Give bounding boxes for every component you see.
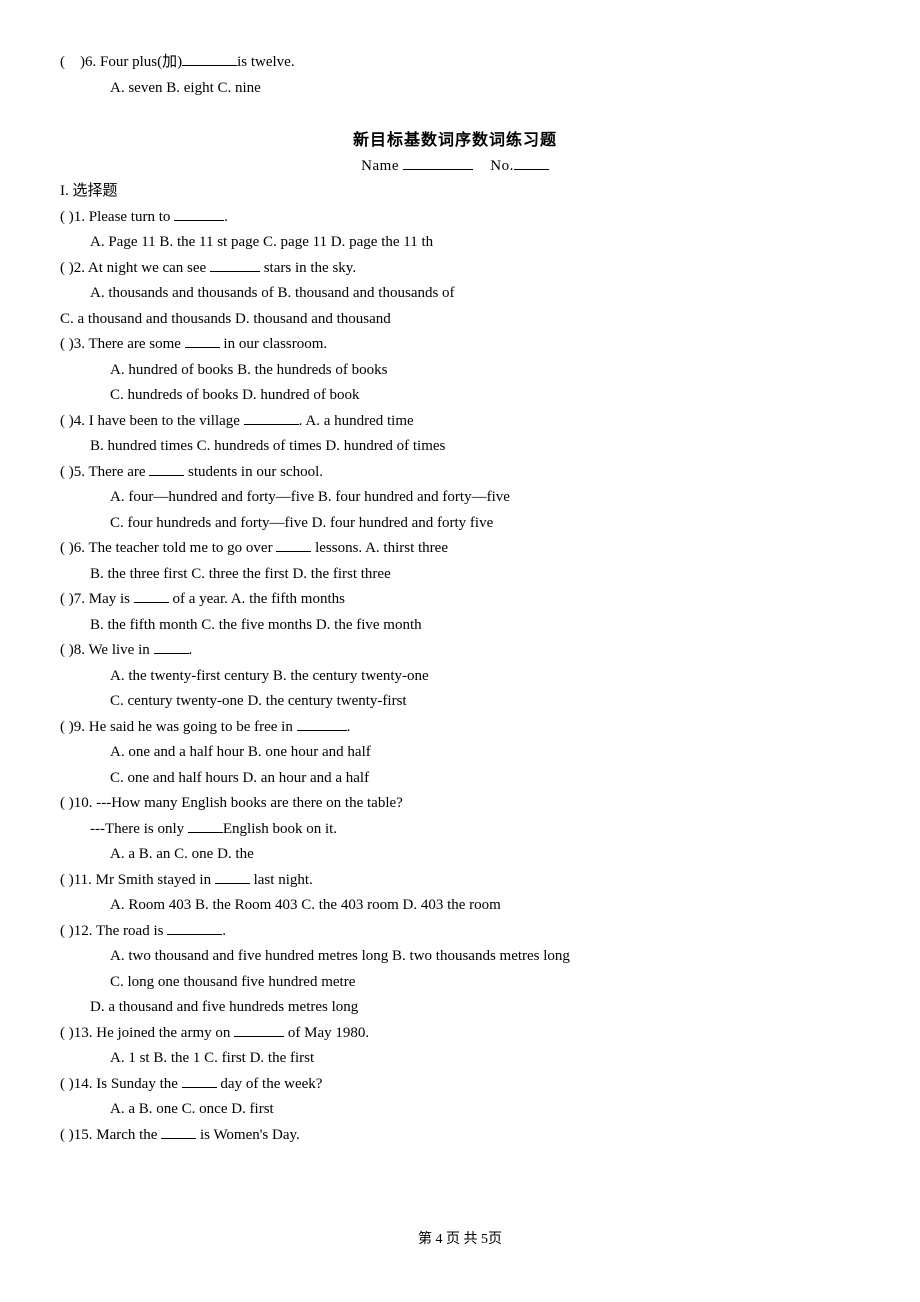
q5: ( )5. There are students in our school. bbox=[60, 460, 850, 486]
blank[interactable] bbox=[210, 256, 260, 272]
q3-stem: ( )3. There are some bbox=[60, 336, 185, 352]
q3-opts2: C. hundreds of books D. hundred of book bbox=[60, 383, 850, 409]
page-title: 新目标基数词序数词练习题 bbox=[60, 127, 850, 154]
q8-opts2: C. century twenty-one D. the century twe… bbox=[60, 689, 850, 715]
q14-stem: ( )14. Is Sunday the bbox=[60, 1076, 182, 1092]
q2-stem: ( )2. At night we can see bbox=[60, 260, 210, 276]
blank[interactable] bbox=[185, 332, 220, 348]
blank[interactable] bbox=[276, 536, 311, 552]
q2: ( )2. At night we can see stars in the s… bbox=[60, 256, 850, 282]
q1-tail: . bbox=[224, 209, 228, 225]
blank[interactable] bbox=[234, 1021, 284, 1037]
q12-stem: ( )12. The road is bbox=[60, 923, 167, 939]
q4: ( )4. I have been to the village . A. a … bbox=[60, 409, 850, 435]
q11-opts: A. Room 403 B. the Room 403 C. the 403 r… bbox=[60, 893, 850, 919]
q11: ( )11. Mr Smith stayed in last night. bbox=[60, 868, 850, 894]
q7-stem: ( )7. May is bbox=[60, 591, 134, 607]
q14: ( )14. Is Sunday the day of the week? bbox=[60, 1072, 850, 1098]
q10-stem: ( )10. ---How many English books are the… bbox=[60, 791, 850, 817]
q11-stem: ( )11. Mr Smith stayed in bbox=[60, 872, 215, 888]
q6-stem: ( )6. The teacher told me to go over bbox=[60, 540, 276, 556]
no-label: No. bbox=[490, 158, 514, 174]
blank[interactable] bbox=[134, 587, 169, 603]
q-top-tail: is twelve. bbox=[237, 54, 295, 70]
blank[interactable] bbox=[154, 638, 189, 654]
name-line: Name No. bbox=[60, 154, 850, 180]
q12-tail: . bbox=[222, 923, 226, 939]
blank[interactable] bbox=[297, 715, 347, 731]
q1-stem: ( )1. Please turn to bbox=[60, 209, 174, 225]
q5-opts1: A. four—hundred and forty—five B. four h… bbox=[60, 485, 850, 511]
q15-tail: is Women's Day. bbox=[196, 1127, 300, 1143]
top-question: ( )6. Four plus(加) is twelve. bbox=[60, 50, 850, 76]
blank[interactable] bbox=[244, 409, 299, 425]
q10-l2b: English book on it. bbox=[223, 821, 337, 837]
blank[interactable] bbox=[215, 868, 250, 884]
q14-opts: A. a B. one C. once D. first bbox=[60, 1097, 850, 1123]
blank[interactable] bbox=[182, 50, 237, 66]
blank[interactable] bbox=[161, 1123, 196, 1139]
q12-opts1: A. two thousand and five hundred metres … bbox=[60, 944, 850, 970]
q1-opts: A. Page 11 B. the 11 st page C. page 11 … bbox=[60, 230, 850, 256]
q-top-stem-b: )6. Four plus(加) bbox=[80, 54, 182, 70]
q8-tail: . bbox=[189, 642, 193, 658]
q13-stem: ( )13. He joined the army on bbox=[60, 1025, 234, 1041]
q8-opts1: A. the twenty-first century B. the centu… bbox=[60, 664, 850, 690]
q3: ( )3. There are some in our classroom. bbox=[60, 332, 850, 358]
q5-tail: students in our school. bbox=[184, 464, 323, 480]
q6-tail: lessons. A. thirst three bbox=[311, 540, 448, 556]
q12-opts2: C. long one thousand five hundred metre bbox=[60, 970, 850, 996]
q2-opts1: A. thousands and thousands of B. thousan… bbox=[60, 281, 850, 307]
blank[interactable] bbox=[149, 460, 184, 476]
q9-opts2: C. one and half hours D. an hour and a h… bbox=[60, 766, 850, 792]
q4-tail: . A. a hundred time bbox=[299, 413, 414, 429]
q12: ( )12. The road is . bbox=[60, 919, 850, 945]
q6: ( )6. The teacher told me to go over les… bbox=[60, 536, 850, 562]
blank[interactable] bbox=[182, 1072, 217, 1088]
q13-opts: A. 1 st B. the 1 C. first D. the first bbox=[60, 1046, 850, 1072]
q2-tail: stars in the sky. bbox=[260, 260, 356, 276]
q15-stem: ( )15. March the bbox=[60, 1127, 161, 1143]
no-blank[interactable] bbox=[514, 154, 549, 170]
q9-tail: . bbox=[347, 719, 351, 735]
q7-opts: B. the fifth month C. the five months D.… bbox=[60, 613, 850, 639]
q2-opts2: C. a thousand and thousands D. thousand … bbox=[60, 307, 850, 333]
name-label: Name bbox=[361, 158, 399, 174]
q13: ( )13. He joined the army on of May 1980… bbox=[60, 1021, 850, 1047]
q8: ( )8. We live in . bbox=[60, 638, 850, 664]
q13-tail: of May 1980. bbox=[284, 1025, 369, 1041]
q-top-stem-a: ( bbox=[60, 54, 65, 70]
blank[interactable] bbox=[167, 919, 222, 935]
blank[interactable] bbox=[188, 817, 223, 833]
worksheet-page: ( )6. Four plus(加) is twelve. A. seven B.… bbox=[0, 0, 920, 1302]
q9-stem: ( )9. He said he was going to be free in bbox=[60, 719, 297, 735]
q14-tail: day of the week? bbox=[217, 1076, 323, 1092]
q15: ( )15. March the is Women's Day. bbox=[60, 1123, 850, 1149]
q7-tail: of a year. A. the fifth months bbox=[169, 591, 345, 607]
q10-l2a: ---There is only bbox=[90, 821, 188, 837]
q9: ( )9. He said he was going to be free in… bbox=[60, 715, 850, 741]
page-footer: 第 4 页 共 5页 bbox=[0, 1228, 920, 1252]
q11-tail: last night. bbox=[250, 872, 313, 888]
q5-stem: ( )5. There are bbox=[60, 464, 149, 480]
q7: ( )7. May is of a year. A. the fifth mon… bbox=[60, 587, 850, 613]
section-heading: I. 选择题 bbox=[60, 179, 850, 205]
name-blank[interactable] bbox=[403, 154, 473, 170]
q3-tail: in our classroom. bbox=[220, 336, 327, 352]
q10-line2: ---There is only English book on it. bbox=[60, 817, 850, 843]
q10-opts: A. a B. an C. one D. the bbox=[60, 842, 850, 868]
blank[interactable] bbox=[174, 205, 224, 221]
q5-opts2: C. four hundreds and forty—five D. four … bbox=[60, 511, 850, 537]
q3-opts1: A. hundred of books B. the hundreds of b… bbox=[60, 358, 850, 384]
q1: ( )1. Please turn to . bbox=[60, 205, 850, 231]
q12-opts3: D. a thousand and five hundreds metres l… bbox=[60, 995, 850, 1021]
q9-opts1: A. one and a half hour B. one hour and h… bbox=[60, 740, 850, 766]
q8-stem: ( )8. We live in bbox=[60, 642, 154, 658]
q6-opts: B. the three first C. three the first D.… bbox=[60, 562, 850, 588]
q-top-options: A. seven B. eight C. nine bbox=[60, 76, 850, 102]
q4-opts: B. hundred times C. hundreds of times D.… bbox=[60, 434, 850, 460]
q4-stem: ( )4. I have been to the village bbox=[60, 413, 244, 429]
